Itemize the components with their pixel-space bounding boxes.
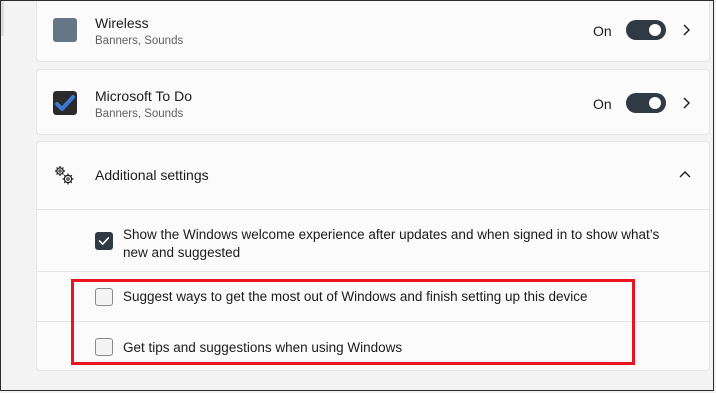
additional-settings-expander: Additional settings Show the Windows wel… xyxy=(36,141,710,371)
additional-settings-header[interactable]: Additional settings xyxy=(37,142,709,210)
chevron-right-icon[interactable] xyxy=(680,23,692,37)
toggle-state-label: On xyxy=(593,23,612,39)
gear-icon xyxy=(55,166,74,185)
notification-app-row-wireless[interactable]: Wireless Banners, Sounds On xyxy=(36,0,710,62)
toggle-knob xyxy=(649,97,661,109)
notification-app-row-microsoft-to-do[interactable]: Microsoft To Do Banners, Sounds On xyxy=(36,69,710,135)
suggest-ways-label: Suggest ways to get the most out of Wind… xyxy=(123,289,588,304)
welcome-experience-checkbox[interactable] xyxy=(95,232,113,250)
suggest-ways-checkbox[interactable] xyxy=(95,288,113,306)
app-name: Microsoft To Do xyxy=(95,88,192,104)
chevron-up-icon[interactable] xyxy=(678,169,692,179)
app-subtitle: Banners, Sounds xyxy=(95,35,184,47)
tips-suggestions-checkbox[interactable] xyxy=(95,338,113,356)
option-welcome-experience[interactable]: Show the Windows welcome experience afte… xyxy=(37,209,709,271)
app-name: Wireless xyxy=(95,15,149,31)
welcome-experience-label: Show the Windows welcome experience afte… xyxy=(123,227,660,260)
additional-settings-title: Additional settings xyxy=(95,167,209,183)
scrollbar-hint xyxy=(0,0,4,36)
notifications-toggle[interactable] xyxy=(626,93,666,113)
toggle-knob xyxy=(649,24,661,36)
wireless-app-icon xyxy=(53,18,77,42)
notifications-toggle[interactable] xyxy=(626,20,666,40)
tips-suggestions-label: Get tips and suggestions when using Wind… xyxy=(123,340,403,355)
option-suggest-ways[interactable]: Suggest ways to get the most out of Wind… xyxy=(37,271,709,321)
app-subtitle: Banners, Sounds xyxy=(95,108,184,120)
option-tips-suggestions[interactable]: Get tips and suggestions when using Wind… xyxy=(37,321,709,371)
toggle-state-label: On xyxy=(593,96,612,112)
checkmark-icon xyxy=(98,237,110,245)
microsoft-todo-icon xyxy=(53,91,77,115)
chevron-right-icon[interactable] xyxy=(680,96,692,110)
